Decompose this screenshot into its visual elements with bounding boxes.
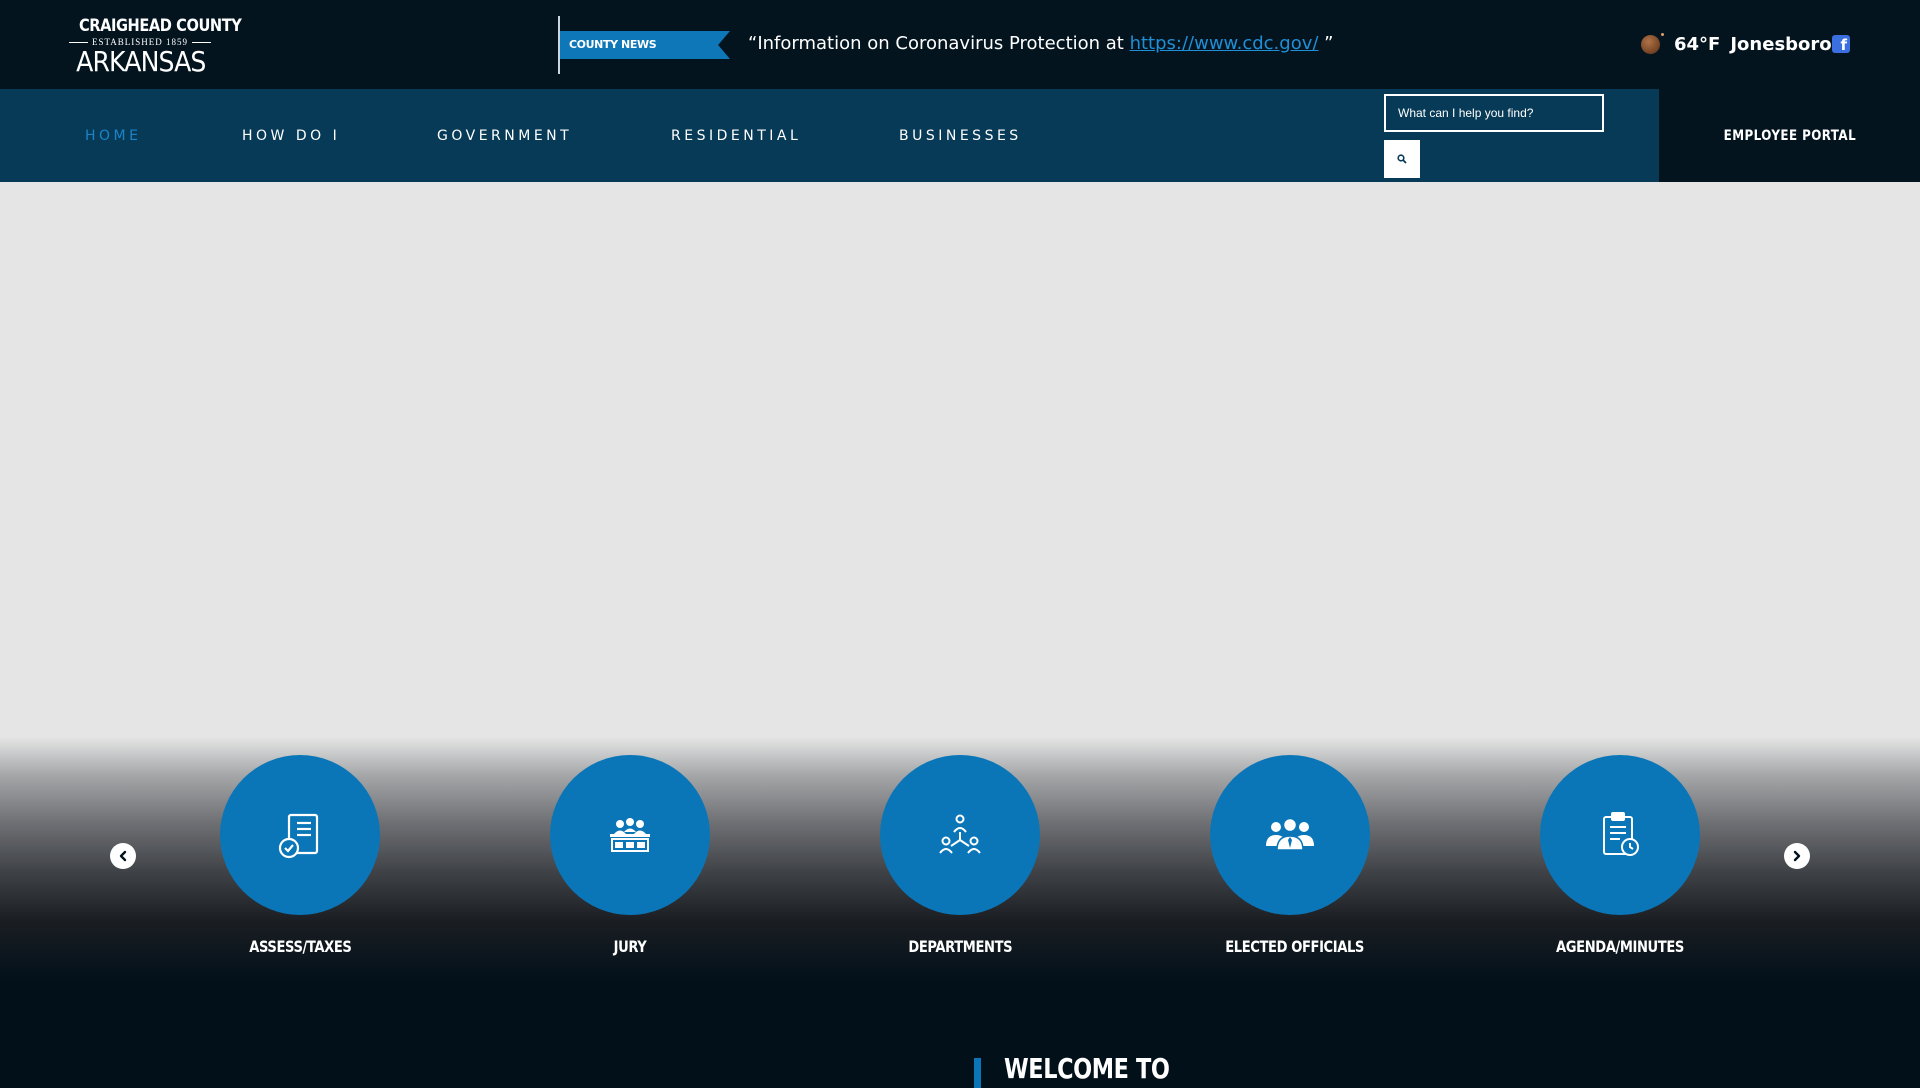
logo-state: ARKANSAS	[76, 45, 206, 78]
nav-item-government[interactable]: GOVERNMENT	[437, 128, 572, 144]
chevron-left-icon	[119, 850, 127, 862]
quicklink-circle	[550, 755, 710, 915]
quicklink-circle	[880, 755, 1040, 915]
employee-portal-label: EMPLOYEE PORTAL	[1723, 127, 1856, 144]
county-news-label: COUNTY NEWS	[560, 31, 730, 59]
search-input[interactable]	[1384, 94, 1604, 132]
search-icon	[1397, 154, 1407, 164]
employee-portal-button[interactable]: EMPLOYEE PORTAL	[1659, 89, 1920, 182]
quicklink-departments[interactable]: DEPARTMENTS	[880, 755, 1040, 956]
quicklink-agenda-minutes[interactable]: AGENDA/MINUTES	[1540, 755, 1700, 956]
carousel-next-button[interactable]	[1784, 843, 1810, 869]
hero-banner	[0, 182, 1920, 737]
nav-item-how-do-i[interactable]: HOW DO I	[242, 128, 340, 144]
news-text-suffix: ”	[1318, 33, 1334, 54]
weather-temp: 64°F	[1674, 33, 1721, 55]
logo-county-name: CRAIGHEAD COUNTY	[78, 16, 242, 36]
nav-item-businesses[interactable]: BUSINESSES	[899, 128, 1022, 144]
group-icon	[1266, 817, 1314, 851]
quicklink-label: AGENDA/MINUTES	[1556, 937, 1684, 956]
welcome-heading: WELCOME TO	[1004, 1052, 1211, 1085]
quicklink-circle	[220, 755, 380, 915]
weather-widget: 64°F Jonesboro	[1640, 30, 1832, 58]
weather-city: Jonesboro	[1730, 33, 1832, 55]
org-chart-icon	[939, 814, 981, 854]
news-text-prefix: “Information on Coronavirus Protection a…	[748, 33, 1130, 54]
quicklink-label: JURY	[613, 937, 647, 956]
quicklink-assess-taxes[interactable]: ASSESS/TAXES	[220, 755, 380, 956]
welcome-accent-bar	[974, 1058, 981, 1088]
document-check-icon	[278, 813, 319, 859]
quick-links: ASSESS/TAXES JURY DEPARTMENTS ELECTED OF…	[0, 737, 1920, 982]
nav-item-residential[interactable]: RESIDENTIAL	[671, 128, 801, 144]
welcome-heading-text: WELCOME TO	[1004, 1052, 1170, 1085]
carousel-prev-button[interactable]	[110, 843, 136, 869]
jury-box-icon	[610, 818, 650, 852]
county-logo[interactable]: CRAIGHEAD COUNTY ESTABLISHED 1859 ARKANS…	[69, 16, 242, 78]
facebook-icon[interactable]: f	[1832, 35, 1850, 54]
clipboard-clock-icon	[1603, 812, 1639, 856]
news-divider	[558, 16, 560, 74]
quicklink-jury[interactable]: JURY	[550, 755, 710, 956]
moon-icon	[1640, 32, 1664, 56]
main-nav: HOME HOW DO I GOVERNMENT RESIDENTIAL BUS…	[0, 89, 1920, 182]
quicklink-label: DEPARTMENTS	[908, 937, 1012, 956]
quicklink-circle	[1540, 755, 1700, 915]
news-ticker: “Information on Coronavirus Protection a…	[748, 30, 1333, 58]
top-bar: CRAIGHEAD COUNTY ESTABLISHED 1859 ARKANS…	[0, 0, 1920, 89]
news-link[interactable]: https://www.cdc.gov/	[1130, 33, 1319, 54]
quicklink-label: ASSESS/TAXES	[248, 937, 352, 956]
nav-item-home[interactable]: HOME	[85, 128, 141, 144]
quicklink-elected-officials[interactable]: ELECTED OFFICIALS	[1210, 755, 1370, 956]
quicklink-label: ELECTED OFFICIALS	[1225, 937, 1364, 956]
search-button[interactable]	[1384, 140, 1420, 178]
quicklink-circle	[1210, 755, 1370, 915]
chevron-right-icon	[1793, 850, 1801, 862]
